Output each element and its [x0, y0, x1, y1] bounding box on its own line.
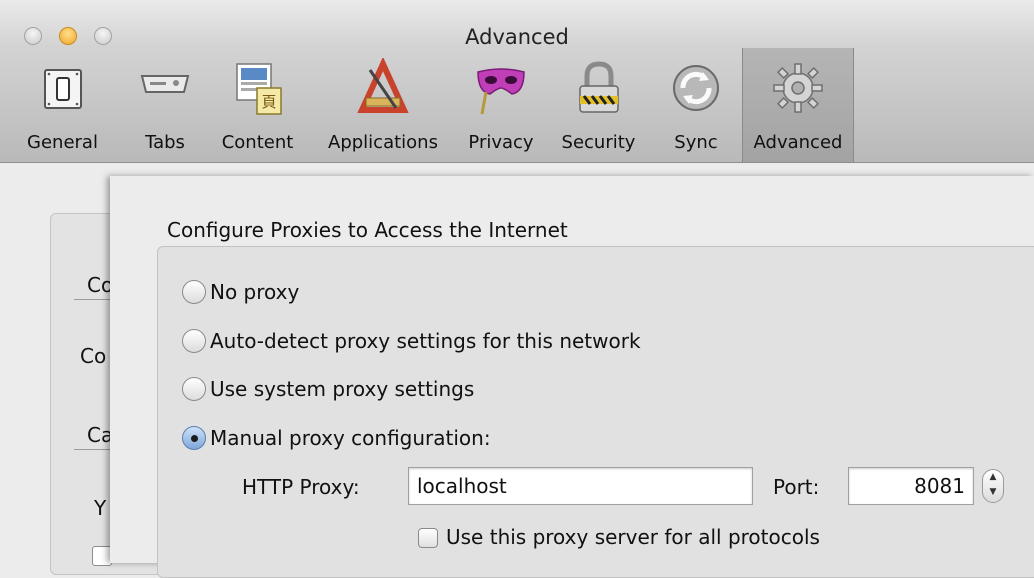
tabs-icon	[138, 58, 192, 118]
http-proxy-label: HTTP Proxy:	[242, 475, 360, 499]
radio-label: Use system proxy settings	[210, 377, 475, 401]
background-divider	[74, 299, 114, 300]
toolbar-label-security: Security	[561, 132, 636, 153]
sync-icon	[669, 58, 723, 118]
port-label: Port:	[773, 475, 820, 499]
proxy-settings-group: No proxy Auto-detect proxy settings for …	[157, 246, 1034, 578]
radio-button[interactable]	[182, 377, 206, 401]
radio-manual-proxy[interactable]: Manual proxy configuration:	[182, 423, 491, 453]
radio-label: Auto-detect proxy settings for this netw…	[210, 329, 641, 353]
http-proxy-input[interactable]: localhost	[408, 467, 753, 505]
toolbar-label-tabs: Tabs	[145, 132, 185, 153]
radio-system-proxy[interactable]: Use system proxy settings	[182, 374, 474, 404]
radio-button[interactable]	[182, 280, 206, 304]
window-title: Advanced	[465, 25, 569, 49]
port-stepper[interactable]: ▲ ▼	[982, 469, 1004, 503]
toolbar-item-tabs[interactable]: Tabs	[125, 48, 205, 162]
toolbar-item-privacy[interactable]: Privacy	[456, 48, 546, 162]
toolbar-label-general: General	[27, 132, 98, 153]
toolbar-item-advanced[interactable]: Advanced	[742, 48, 854, 162]
radio-no-proxy[interactable]: No proxy	[182, 277, 299, 307]
toolbar-label-sync: Sync	[674, 132, 718, 153]
all-protocols-label: Use this proxy server for all protocols	[446, 525, 820, 549]
toolbar-label-content: Content	[221, 132, 294, 153]
applications-icon	[356, 56, 410, 118]
radio-button-selected[interactable]	[182, 426, 206, 450]
proxy-group-title: Configure Proxies to Access the Internet	[167, 218, 568, 242]
content-icon: 頁	[231, 58, 285, 118]
toolbar-item-general[interactable]: General	[0, 48, 125, 162]
radio-auto-detect[interactable]: Auto-detect proxy settings for this netw…	[182, 326, 641, 356]
background-checkbox[interactable]	[92, 546, 112, 566]
radio-button[interactable]	[182, 329, 206, 353]
toolbar-item-security[interactable]: Security	[546, 48, 651, 162]
general-switch-icon	[36, 58, 90, 118]
background-fragment-2: Co	[80, 344, 107, 368]
radio-label: No proxy	[210, 280, 300, 304]
port-input[interactable]: 8081	[848, 467, 974, 505]
toolbar-item-sync[interactable]: Sync	[651, 48, 741, 162]
toolbar-label-applications: Applications	[328, 132, 438, 153]
toolbar-item-applications[interactable]: Applications	[310, 48, 456, 162]
title-bar: Advanced	[0, 0, 1034, 49]
connection-settings-sheet: Configure Proxies to Access the Internet…	[110, 176, 1034, 578]
all-protocols-checkbox[interactable]	[418, 528, 438, 548]
radio-label: Manual proxy configuration:	[210, 426, 491, 450]
background-divider	[74, 449, 114, 450]
toolbar-label-privacy: Privacy	[468, 132, 534, 153]
preferences-toolbar: General Tabs 頁 Content Applications Priv…	[0, 48, 1034, 163]
toolbar-label-advanced: Advanced	[753, 132, 843, 153]
gear-icon	[771, 58, 825, 118]
privacy-mask-icon	[474, 58, 528, 118]
background-fragment-4: Y	[94, 496, 107, 520]
svg-text:頁: 頁	[261, 93, 276, 111]
toolbar-item-content[interactable]: 頁 Content	[205, 48, 310, 162]
lock-icon	[572, 58, 626, 118]
